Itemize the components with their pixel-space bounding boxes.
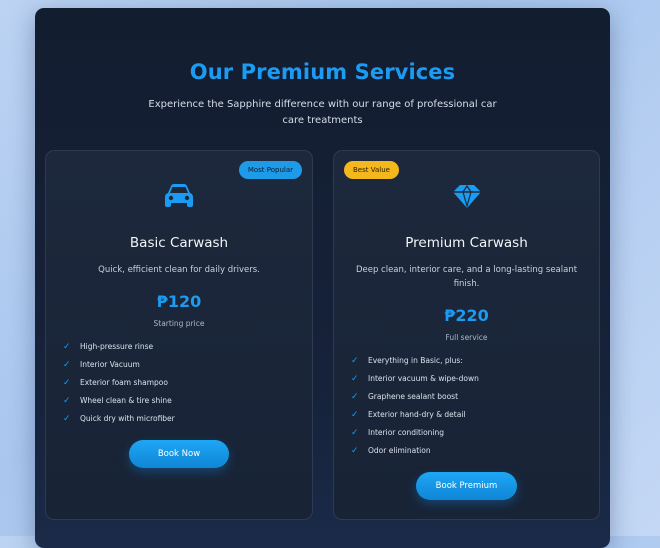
check-icon: ✓	[351, 392, 359, 402]
card-price: ₱120	[156, 292, 202, 311]
check-icon: ✓	[351, 446, 359, 456]
book-now-button[interactable]: Book Now	[129, 440, 229, 468]
badge-most-popular: Most Popular	[238, 161, 302, 179]
feature-item: ✓ Exterior foam shampoo	[63, 374, 302, 392]
check-icon: ✓	[63, 360, 71, 370]
check-icon: ✓	[351, 374, 359, 384]
check-icon: ✓	[63, 396, 71, 406]
feature-item: ✓ Everything in Basic, plus:	[351, 352, 589, 370]
card-price: ₱220	[444, 306, 489, 325]
feature-item: ✓ Wheel clean & tire shine	[63, 392, 302, 410]
card-price-note: Starting price	[153, 319, 205, 328]
feature-item: ✓ Interior Vacuum	[63, 356, 302, 374]
book-premium-button[interactable]: Book Premium	[416, 472, 517, 500]
section-title: Our Premium Services	[189, 60, 456, 84]
feature-item: ✓ Quick dry with microfiber	[63, 410, 302, 428]
feature-list: ✓ High-pressure rinse ✓ Interior Vacuum ✓ E…	[63, 338, 302, 428]
section-subtitle: Experience the Sapphire difference with …	[148, 99, 497, 126]
feature-item: ✓ Interior conditioning	[351, 424, 589, 442]
feature-list: ✓ Everything in Basic, plus: ✓ Interior va…	[351, 352, 589, 460]
service-card-basic: Most Popular Basic Carwash Quick, effici…	[45, 150, 313, 520]
card-title: Premium Carwash	[405, 235, 528, 251]
check-icon: ✓	[63, 414, 71, 424]
feature-item: ✓ Graphene sealant boost	[351, 388, 589, 406]
check-icon: ✓	[351, 428, 359, 438]
car-icon	[164, 184, 194, 213]
card-description: Deep clean, interior care, and a long-la…	[355, 265, 578, 289]
gem-icon	[452, 184, 482, 213]
service-card-premium: Best Value Premium Carwash Deep clean, i…	[333, 150, 600, 520]
check-icon: ✓	[63, 378, 71, 388]
feature-item: ✓ High-pressure rinse	[63, 338, 302, 356]
card-title: Basic Carwash	[129, 235, 229, 251]
feature-item: ✓ Interior vacuum & wipe-down	[351, 370, 589, 388]
badge-best-value: Best Value	[344, 161, 399, 179]
feature-item: ✓ Odor elimination	[351, 442, 589, 460]
card-description: Quick, efficient clean for daily drivers…	[98, 265, 260, 275]
check-icon: ✓	[351, 410, 359, 420]
check-icon: ✓	[351, 356, 359, 366]
feature-item: ✓ Exterior hand-dry & detail	[351, 406, 589, 424]
card-price-note: Full service	[445, 333, 488, 342]
check-icon: ✓	[63, 342, 71, 352]
